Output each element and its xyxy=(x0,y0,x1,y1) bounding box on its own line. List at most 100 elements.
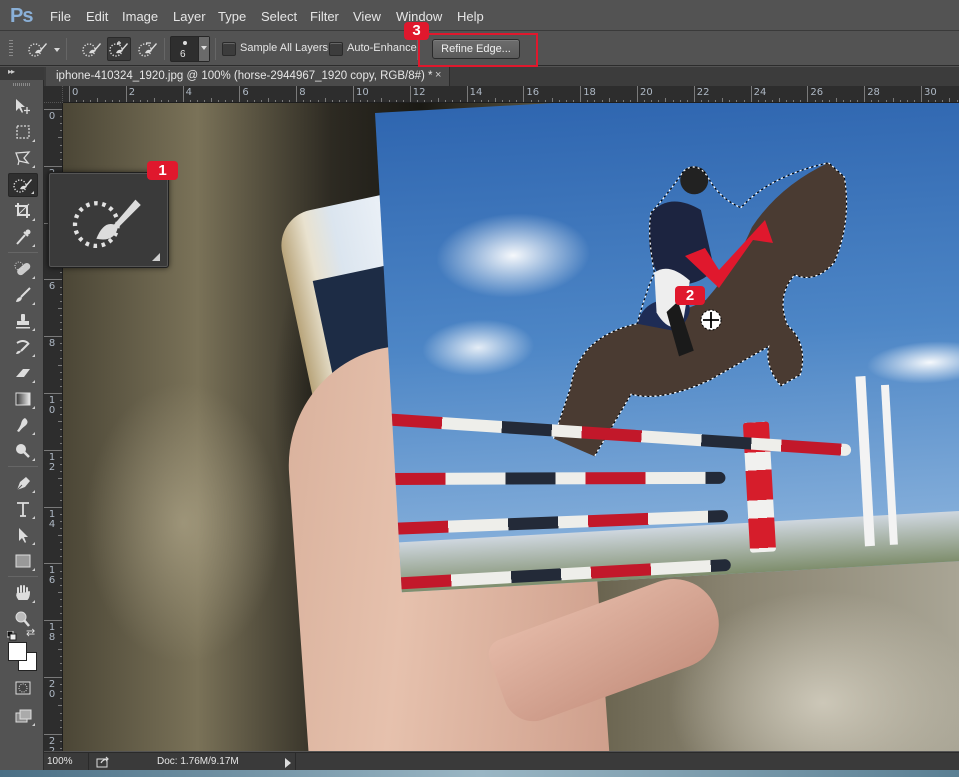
menu-filter[interactable]: Filter xyxy=(310,9,339,24)
swap-colors-icon[interactable]: ⇄ xyxy=(26,626,35,639)
document-tab-title: iphone-410324_1920.jpg @ 100% (horse-294… xyxy=(56,70,433,82)
ruler-origin[interactable] xyxy=(44,86,63,103)
add-to-selection-button[interactable] xyxy=(107,37,131,61)
tools-panel-grip[interactable] xyxy=(13,83,31,86)
ruler-label: 6 xyxy=(242,87,249,98)
divider xyxy=(88,753,89,771)
bandage-icon xyxy=(14,261,31,276)
menu-layer[interactable]: Layer xyxy=(173,9,206,24)
ruler-major-tick xyxy=(921,86,922,102)
tool-clone-stamp[interactable] xyxy=(8,309,38,333)
tool-hand[interactable] xyxy=(8,581,38,605)
tool-crop[interactable] xyxy=(8,199,38,223)
tool-preset-picker[interactable] xyxy=(26,37,50,61)
flyout-indicator xyxy=(32,354,35,357)
tool-quick-mask[interactable] xyxy=(8,676,38,700)
tool-lasso[interactable] xyxy=(8,146,38,170)
menu-select[interactable]: Select xyxy=(261,9,297,24)
brush-size-picker[interactable]: 6 xyxy=(170,36,210,62)
flyout-indicator xyxy=(31,191,34,194)
tools-panel-header[interactable]: ▸▸ xyxy=(0,67,44,80)
auto-enhance-checkbox[interactable] xyxy=(329,42,343,56)
menu-type[interactable]: Type xyxy=(218,9,246,24)
flyout-indicator xyxy=(32,432,35,435)
tool-blur[interactable] xyxy=(8,413,38,437)
menu-view[interactable]: View xyxy=(353,9,381,24)
tool-path-selection[interactable] xyxy=(8,523,38,547)
ruler-major-tick xyxy=(44,677,62,678)
ruler-major-tick xyxy=(353,86,354,102)
horizontal-ruler[interactable]: 0 2 4 6 8 10 12 14 16 18 20 22 24 26 28 30 xyxy=(63,86,959,103)
ruler-major-tick xyxy=(44,620,62,622)
flyout-indicator xyxy=(32,490,35,493)
ruler-label: 20 xyxy=(640,87,653,98)
default-colors-icon[interactable] xyxy=(6,628,17,641)
chevron-down-icon[interactable] xyxy=(54,48,60,52)
status-menu-arrow-icon[interactable] xyxy=(285,758,291,768)
tool-eyedropper[interactable] xyxy=(8,225,38,249)
menu-help[interactable]: Help xyxy=(457,9,484,24)
flyout-indicator xyxy=(32,302,35,305)
ruler-major-tick xyxy=(44,109,62,110)
flyout-indicator xyxy=(32,516,35,519)
tool-spot-healing[interactable] xyxy=(8,257,38,281)
tool-move[interactable] xyxy=(8,94,38,118)
new-selection-button[interactable] xyxy=(80,37,104,61)
ruler-major-tick xyxy=(44,279,62,281)
tool-gradient[interactable] xyxy=(8,387,38,411)
flyout-indicator xyxy=(32,139,35,142)
ruler-major-tick xyxy=(239,86,241,102)
double-chevron-right-icon[interactable]: ▸▸ xyxy=(8,67,15,76)
callout-badge-2: 2 xyxy=(675,286,705,305)
ruler-major-tick xyxy=(44,393,62,394)
menu-image[interactable]: Image xyxy=(122,9,158,24)
photoshop-logo: Ps xyxy=(10,5,33,27)
tool-screen-mode[interactable] xyxy=(8,704,38,728)
ruler-major-tick xyxy=(44,165,62,167)
zoom-level[interactable]: 100% xyxy=(47,756,73,767)
chevron-down-icon[interactable] xyxy=(198,37,209,61)
marquee-icon xyxy=(16,125,30,139)
menu-edit[interactable]: Edit xyxy=(86,9,108,24)
ruler-label: 28 xyxy=(867,87,880,98)
status-bar: 100% Doc: 1.76M/9.17M xyxy=(44,752,959,771)
close-icon[interactable]: × xyxy=(435,69,441,81)
options-bar-grip[interactable] xyxy=(9,40,13,58)
divider xyxy=(66,38,67,60)
document-tab[interactable]: iphone-410324_1920.jpg @ 100% (horse-294… xyxy=(46,67,450,86)
ruler-major-tick xyxy=(864,86,866,102)
ruler-major-tick xyxy=(580,86,582,102)
menu-file[interactable]: File xyxy=(50,9,71,24)
subtract-from-selection-button[interactable] xyxy=(136,37,160,61)
tool-eraser[interactable] xyxy=(8,361,38,385)
tool-rectangular-marquee[interactable] xyxy=(8,120,38,144)
horse-photo-layer xyxy=(375,103,959,593)
sample-all-layers-checkbox[interactable] xyxy=(222,42,236,56)
auto-enhance-label: Auto-Enhance xyxy=(347,42,417,54)
document-canvas[interactable]: 2 xyxy=(63,103,959,751)
ruler-major-tick xyxy=(44,733,62,735)
flyout-indicator xyxy=(32,218,35,221)
flyout-indicator xyxy=(32,723,35,726)
ruler-label: 22 xyxy=(48,735,56,751)
gradient-icon xyxy=(15,392,31,406)
crop-icon xyxy=(15,203,30,218)
tool-history-brush[interactable] xyxy=(8,335,38,359)
ruler-label: 2 xyxy=(128,87,136,98)
tool-dodge[interactable] xyxy=(8,439,38,463)
tool-rectangle[interactable] xyxy=(8,549,38,573)
tool-brush[interactable] xyxy=(8,283,38,307)
tool-pen[interactable] xyxy=(8,471,38,495)
ruler-major-tick xyxy=(750,86,752,102)
tool-type[interactable] xyxy=(8,497,38,521)
flyout-indicator xyxy=(32,406,35,409)
quick-mask-icon xyxy=(15,681,31,695)
quick-selection-icon xyxy=(72,199,141,249)
ruler-label: 10 xyxy=(48,395,56,416)
foreground-color-swatch[interactable] xyxy=(8,642,27,661)
tool-quick-selection[interactable] xyxy=(8,173,38,197)
ruler-label: 10 xyxy=(356,87,369,98)
ruler-label: 16 xyxy=(526,87,540,98)
hand-icon xyxy=(16,585,30,600)
rectangle-icon xyxy=(15,554,31,568)
